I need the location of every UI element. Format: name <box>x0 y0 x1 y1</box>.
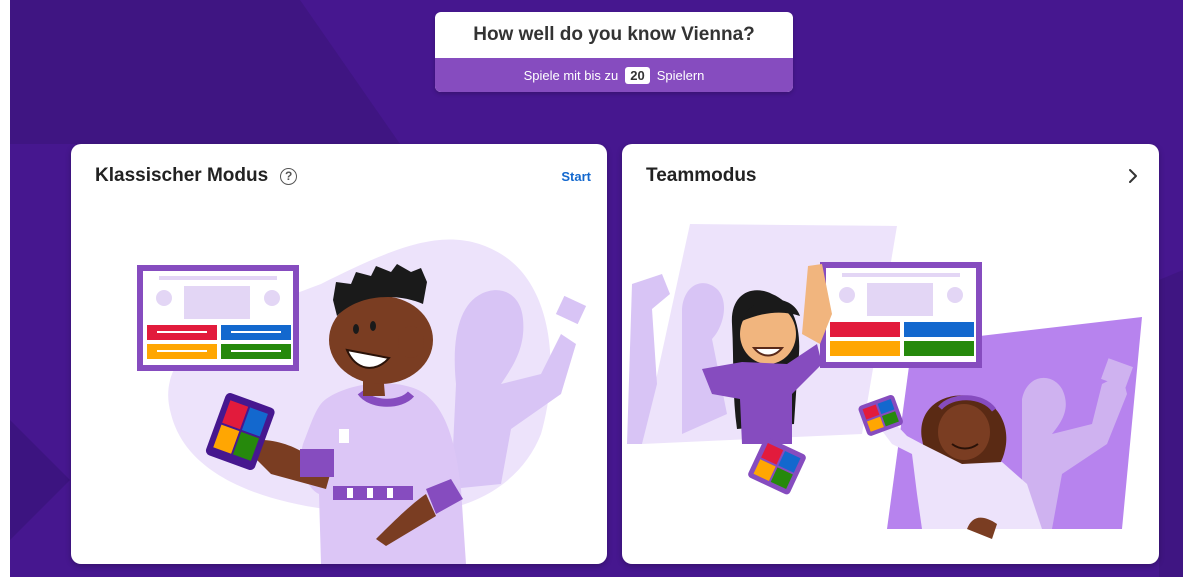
classic-mode-header: Klassischer Modus ? Start <box>95 162 591 190</box>
chevron-right-icon[interactable] <box>1123 166 1143 186</box>
player-count-badge: 20 <box>625 66 650 84</box>
start-button[interactable]: Start <box>561 169 591 184</box>
quiz-title: How well do you know Vienna? <box>473 24 755 45</box>
team-mode-illustration <box>627 224 1142 539</box>
player-limit-bar: Spiele mit bis zu 20 Spielern <box>435 58 793 92</box>
team-mode-title: Teammodus <box>646 165 757 186</box>
team-mode-header: Teammodus <box>646 162 1143 190</box>
classic-mode-title: Klassischer Modus <box>95 165 269 186</box>
player-limit-suffix: Spielern <box>656 67 705 83</box>
classic-mode-card[interactable]: Klassischer Modus ? Start <box>71 144 607 564</box>
classic-mode-illustration <box>137 239 587 564</box>
team-mode-card[interactable]: Teammodus <box>622 144 1159 564</box>
question-circle-icon[interactable]: ? <box>280 167 298 185</box>
quiz-header: How well do you know Vienna? Spiele mit … <box>435 12 793 92</box>
player-limit-prefix: Spiele mit bis zu <box>523 67 619 83</box>
